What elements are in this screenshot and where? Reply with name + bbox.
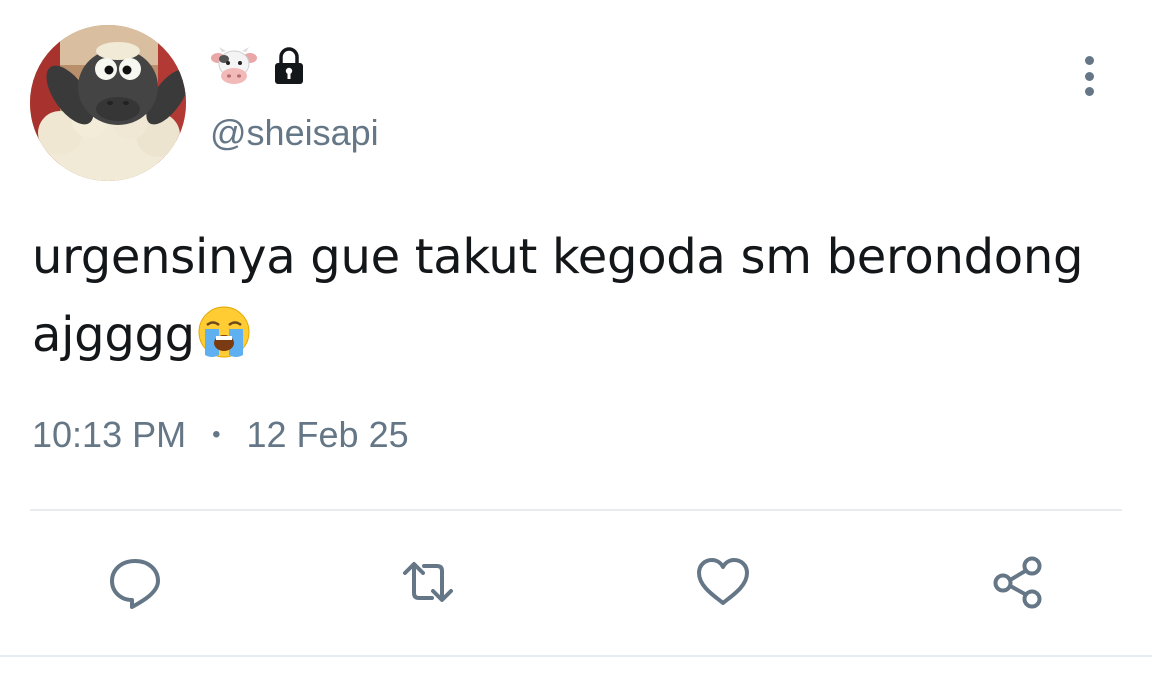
tweet-text-line-2-text: ajgggg — [32, 307, 195, 363]
more-options-icon[interactable] — [1072, 54, 1106, 98]
share-icon — [993, 556, 1042, 609]
dot — [1084, 87, 1094, 96]
share-button[interactable] — [988, 552, 1048, 612]
meta-separator: • — [212, 421, 221, 448]
reply-button[interactable] — [105, 552, 165, 612]
dot — [1084, 71, 1094, 81]
tweet-card: @sheisapi urgensinya gue takut kegoda sm… — [0, 0, 1152, 675]
retweet-button[interactable] — [398, 552, 458, 612]
retweet-icon — [403, 562, 453, 602]
dot — [1084, 56, 1094, 65]
reply-icon — [110, 559, 160, 609]
divider — [30, 509, 1122, 511]
tweet-text: urgensinya gue takut kegoda sm berondong… — [32, 218, 1112, 374]
lock-icon — [275, 47, 303, 84]
like-icon — [697, 558, 749, 605]
tweet-text-line-2: ajgggg — [32, 296, 1112, 374]
tweet-text-line-1: urgensinya gue takut kegoda sm berondong — [32, 229, 1084, 285]
tweet-timestamp[interactable]: 10:13 PM • 12 Feb 25 — [32, 414, 409, 456]
like-button[interactable] — [693, 552, 753, 612]
loudly-crying-face-icon — [198, 306, 250, 358]
cow-face-icon — [211, 47, 257, 84]
bottom-divider — [0, 655, 1152, 657]
user-handle[interactable]: @sheisapi — [210, 112, 379, 154]
avatar[interactable] — [30, 25, 186, 181]
tweet-date: 12 Feb 25 — [246, 414, 409, 455]
tweet-time: 10:13 PM — [32, 414, 187, 455]
display-name[interactable] — [210, 44, 306, 88]
